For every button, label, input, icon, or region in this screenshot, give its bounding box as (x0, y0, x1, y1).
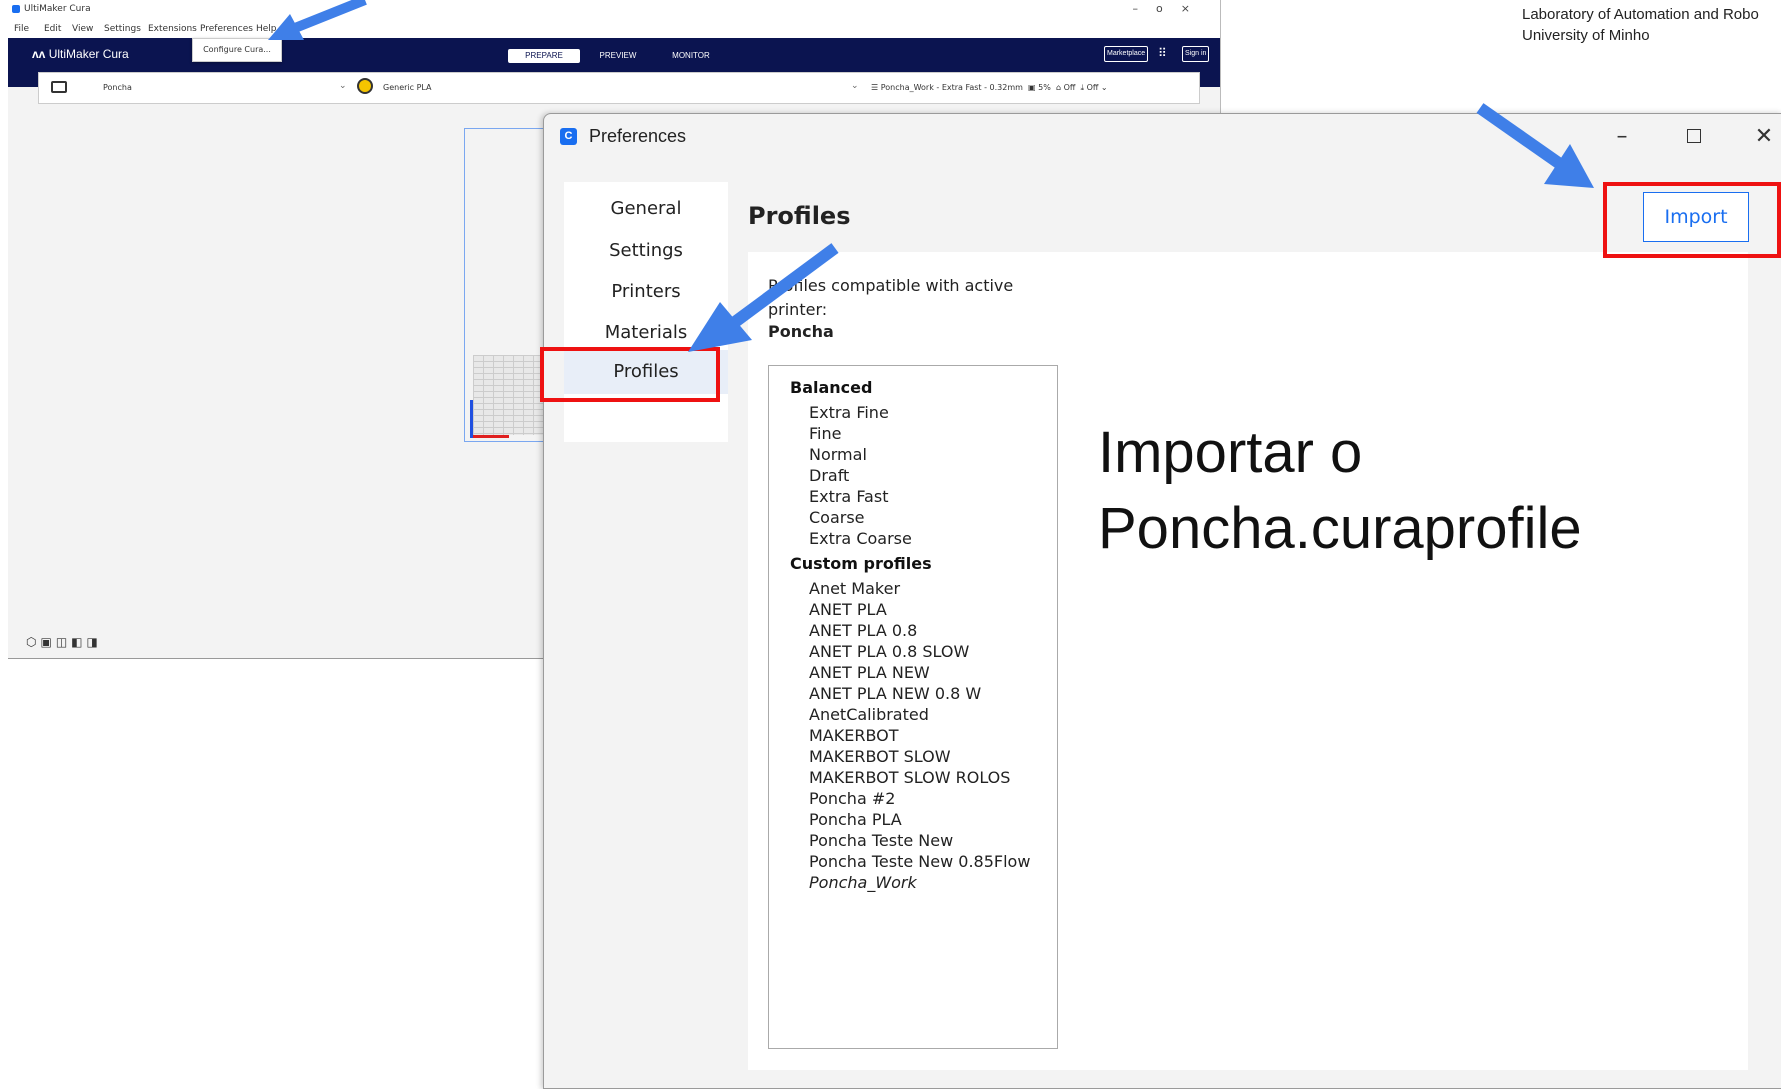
import-highlight-box (1603, 182, 1781, 258)
arrow-icon (688, 243, 839, 352)
grid-apps-icon[interactable]: ⠿ (1158, 47, 1170, 59)
profile-list-item[interactable]: Anet Maker (809, 579, 900, 598)
profile-list-item[interactable]: ANET PLA NEW 0.8 W (809, 684, 981, 703)
cura-window-title: UltiMaker Cura (24, 4, 91, 14)
tab-preview[interactable]: PREVIEW (593, 49, 643, 63)
annotation-line-1: Importar o (1098, 420, 1363, 485)
profile-list-item[interactable]: MAKERBOT SLOW ROLOS (809, 768, 1010, 787)
profile-list-item[interactable]: Poncha Teste New 0.85Flow (809, 852, 1030, 871)
menu-settings[interactable]: Settings (104, 24, 141, 34)
infill-value: 5% (1038, 83, 1051, 92)
page-title: Profiles (748, 202, 851, 230)
profile-list-item[interactable]: ANET PLA (809, 600, 887, 619)
profile-list-item[interactable]: Fine (809, 424, 841, 443)
chevron-down-icon: ⌄ (1100, 83, 1108, 92)
profile-list[interactable]: Balanced Extra Fine Fine Normal Draft Extra F… (768, 365, 1058, 1049)
printer-selector-bar: Poncha ⌄ Generic PLA ⌄ ☰ Poncha_Work - E… (38, 72, 1200, 104)
profile-list-item[interactable]: Poncha_Work (809, 873, 917, 892)
credit-text: Laboratory of Automation and Robo Univer… (1522, 4, 1759, 46)
cura-title-bar: UltiMaker Cura –o× (8, 0, 1220, 18)
credit-line-1: Laboratory of Automation and Robo (1522, 6, 1759, 23)
material-selector[interactable]: Generic PLA (383, 83, 432, 92)
dialog-title: Preferences (589, 126, 687, 146)
arrow-icon (1476, 103, 1594, 188)
print-settings-profile: Poncha_Work - Extra Fast - 0.32mm (880, 83, 1023, 92)
adhesion-value: Off (1086, 83, 1099, 92)
instruction-annotation: Importar o Poncha.curaprofile (1098, 415, 1582, 567)
cura-window-controls[interactable]: –o× (1133, 2, 1208, 15)
profile-list-item[interactable]: MAKERBOT SLOW (809, 747, 951, 766)
profile-list-item[interactable]: MAKERBOT (809, 726, 899, 745)
profile-list-item[interactable]: Poncha #2 (809, 789, 895, 808)
support-value: Off (1063, 83, 1076, 92)
view-orientation-icons[interactable]: ⬡▣◫◧◨ (26, 635, 102, 649)
folder-icon[interactable] (51, 81, 67, 93)
chevron-down-icon[interactable]: ⌄ (339, 81, 347, 91)
printer-selector[interactable]: Poncha (103, 83, 132, 92)
close-button[interactable]: ✕ (1744, 122, 1781, 152)
profile-list-item[interactable]: Extra Coarse (809, 529, 912, 548)
cura-menubar: File Edit View Settings Extensions Prefe… (8, 18, 1220, 38)
profile-list-item[interactable]: Normal (809, 445, 867, 464)
support-icon: ⌂ (1055, 83, 1062, 92)
menu-view[interactable]: View (72, 24, 93, 34)
cura-logo: ʌʌ UltiMaker Cura (32, 47, 129, 61)
cura-app-icon: C (560, 128, 577, 145)
menu-file[interactable]: File (14, 24, 29, 34)
sign-in-button[interactable]: Sign in (1182, 46, 1210, 62)
tab-prepare[interactable]: PREPARE (508, 49, 580, 63)
maximize-icon (1687, 129, 1701, 143)
profile-list-item[interactable]: Poncha PLA (809, 810, 902, 829)
profiles-panel: Profiles compatible with active printer:… (748, 252, 1748, 1070)
material-icon (357, 78, 373, 94)
annotation-line-2: Poncha.curaprofile (1098, 496, 1582, 561)
settings-sliders-icon: ☰ (871, 83, 879, 92)
infill-icon: ▣ (1028, 83, 1036, 92)
chevron-down-icon[interactable]: ⌄ (851, 81, 859, 91)
credit-line-2: University of Minho (1522, 27, 1650, 44)
profile-group-heading: Custom profiles (790, 554, 932, 573)
profile-list-item[interactable]: Extra Fast (809, 487, 888, 506)
marketplace-button[interactable]: Marketplace (1104, 46, 1149, 62)
print-settings-selector[interactable]: ☰ Poncha_Work - Extra Fast - 0.32mm ▣ 5%… (871, 83, 1108, 93)
profile-list-item[interactable]: Poncha Teste New (809, 831, 953, 850)
menu-preferences[interactable]: Preferences (200, 24, 253, 34)
arrow-icon (268, 0, 367, 40)
profile-list-item[interactable]: ANET PLA NEW (809, 663, 930, 682)
profile-group-heading: Balanced (790, 378, 873, 397)
z-axis-marker (470, 400, 473, 438)
profile-list-item[interactable]: Coarse (809, 508, 865, 527)
profile-list-item[interactable]: Draft (809, 466, 849, 485)
menu-extensions[interactable]: Extensions (148, 24, 197, 34)
menu-edit[interactable]: Edit (44, 24, 61, 34)
profile-list-item[interactable]: AnetCalibrated (809, 705, 929, 724)
x-axis-marker (473, 435, 509, 438)
maximize-button[interactable] (1674, 122, 1714, 152)
profile-list-item[interactable]: ANET PLA 0.8 (809, 621, 917, 640)
adhesion-icon: ⤓ (1080, 83, 1085, 92)
nav-item-general[interactable]: General (564, 194, 728, 224)
profile-list-item[interactable]: Extra Fine (809, 403, 889, 422)
cura-app-icon (12, 5, 20, 13)
tab-monitor[interactable]: MONITOR (663, 49, 719, 63)
profile-list-item[interactable]: ANET PLA 0.8 SLOW (809, 642, 969, 661)
